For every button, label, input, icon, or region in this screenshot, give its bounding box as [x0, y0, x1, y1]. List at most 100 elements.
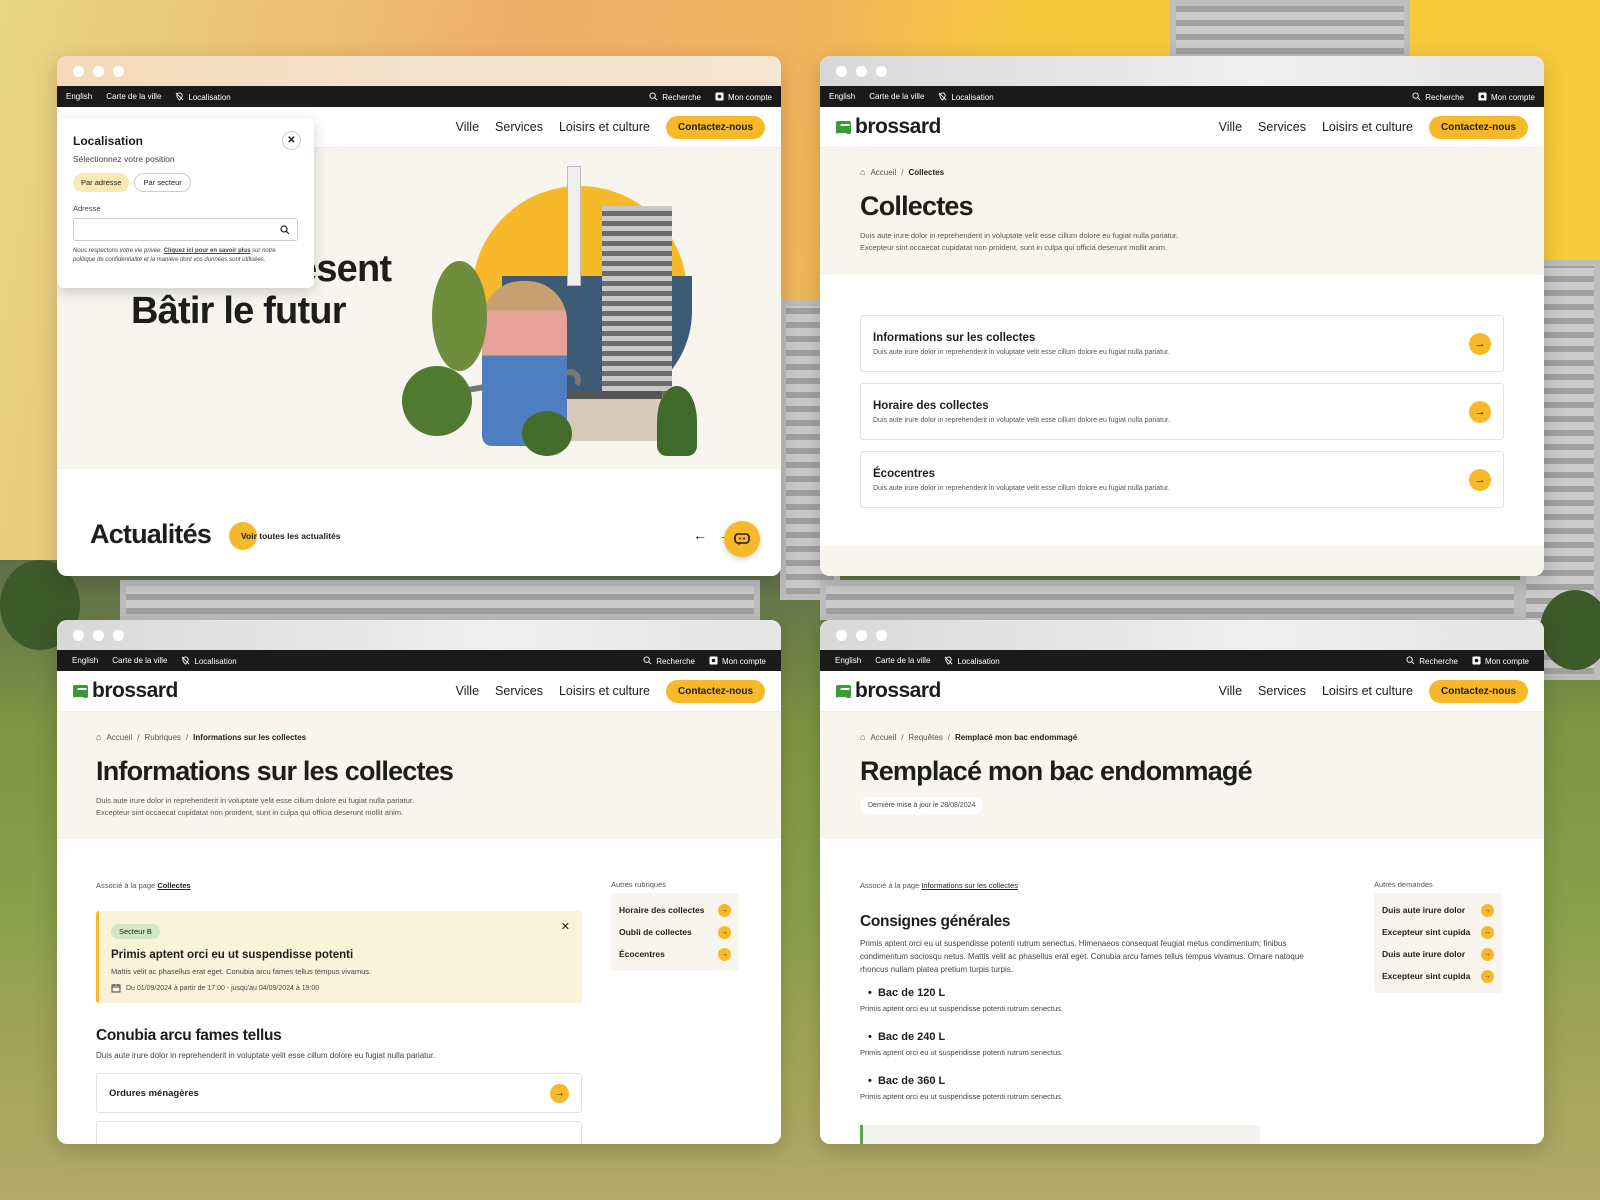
tab-by-sector[interactable]: Par secteur	[134, 173, 191, 192]
account-link[interactable]: Mon compte	[1472, 655, 1529, 666]
assoc-label: Associé à la page	[860, 881, 920, 890]
window-control-dot[interactable]	[836, 65, 847, 77]
sidebar-item[interactable]: Excepteur sint cupida →	[1382, 921, 1494, 943]
search-link[interactable]: Recherche	[1406, 655, 1458, 666]
arrow-right-icon: →	[718, 947, 731, 961]
window-control-dot[interactable]	[93, 65, 104, 77]
sidebar-item[interactable]: Horaire des collectes →	[619, 899, 731, 921]
assoc-link[interactable]: Collectes	[157, 881, 190, 890]
nav-services[interactable]: Services	[1258, 684, 1306, 698]
location-link[interactable]: Localisation	[938, 91, 994, 102]
sidebar-item[interactable]: Oubli de collectes →	[619, 921, 731, 943]
home-icon: ⌂	[860, 732, 866, 742]
card-informations[interactable]: Informations sur les collectes Duis aute …	[860, 315, 1504, 372]
sector-badge: Secteur B	[111, 924, 160, 939]
search-link[interactable]: Recherche	[643, 655, 695, 666]
nav-ville[interactable]: Ville	[1219, 120, 1242, 134]
breadcrumb-home[interactable]: Accueil	[106, 733, 132, 742]
account-icon	[709, 655, 718, 665]
sidebar-item[interactable]: Écocentres →	[619, 943, 731, 965]
account-link[interactable]: Mon compte	[709, 655, 766, 666]
nav-loisirs[interactable]: Loisirs et culture	[559, 684, 650, 698]
arrow-right-icon: →	[718, 903, 731, 917]
window-control-dot[interactable]	[856, 629, 867, 641]
card-ecocentres[interactable]: Écocentres Duis aute irure dolor in repre…	[860, 451, 1504, 508]
arrow-right-icon[interactable]: →	[550, 1083, 569, 1103]
window-control-dot[interactable]	[876, 65, 887, 77]
list-item-ordures[interactable]: Ordures ménagères →	[96, 1073, 582, 1113]
search-link[interactable]: Recherche	[1412, 91, 1464, 102]
window-control-dot[interactable]	[856, 65, 867, 77]
prev-arrow-icon[interactable]: ←	[693, 527, 707, 543]
privacy-link[interactable]: Cliquez ici pour en savoir plus	[164, 248, 251, 254]
window-control-dot[interactable]	[113, 65, 124, 77]
news-title: Actualités	[90, 519, 212, 549]
news-all-button[interactable]: Voir toutes les actualités	[229, 522, 341, 550]
arrow-right-icon[interactable]: →	[1469, 468, 1491, 491]
house	[567, 391, 662, 441]
contact-button[interactable]: Contactez-nous	[666, 679, 765, 703]
tab-by-address[interactable]: Par adresse	[73, 173, 130, 192]
nav-loisirs[interactable]: Loisirs et culture	[559, 120, 650, 134]
popup-title: Localisation	[73, 134, 144, 148]
nav-loisirs[interactable]: Loisirs et culture	[1322, 684, 1413, 698]
window-control-dot[interactable]	[73, 65, 84, 77]
breadcrumb-rubriques[interactable]: Rubriques	[144, 733, 180, 742]
nav-services[interactable]: Services	[1258, 120, 1306, 134]
breadcrumb: ⌂ Accueil / Rubriques / Informations sur…	[96, 732, 742, 742]
contact-button[interactable]: Contactez-nous	[666, 115, 765, 139]
location-link[interactable]: Localisation	[181, 655, 237, 666]
list-item-next[interactable]	[96, 1121, 582, 1144]
alert-close-icon[interactable]: ✕	[561, 920, 570, 933]
popup-close-button[interactable]: ✕	[282, 131, 301, 150]
arrow-right-icon[interactable]: →	[1469, 400, 1491, 423]
breadcrumb-separator: /	[185, 732, 189, 742]
sidebar-item[interactable]: Excepteur sint cupida →	[1382, 965, 1494, 987]
sidebar-item-label: Excepteur sint cupida	[1382, 927, 1471, 937]
city-map-link[interactable]: Carte de la ville	[875, 656, 930, 665]
account-link[interactable]: Mon compte	[715, 91, 772, 102]
language-link[interactable]: English	[72, 656, 98, 665]
window-collectes: English Carte de la ville Localisation R…	[820, 56, 1544, 576]
nav-loisirs[interactable]: Loisirs et culture	[1322, 120, 1413, 134]
contact-button[interactable]: Contactez-nous	[1429, 679, 1528, 703]
nav-ville[interactable]: Ville	[1219, 684, 1242, 698]
location-link[interactable]: Localisation	[175, 91, 231, 102]
arrow-right-icon[interactable]: →	[1469, 332, 1491, 355]
city-map-link[interactable]: Carte de la ville	[869, 92, 924, 101]
card-horaire[interactable]: Horaire des collectes Duis aute irure dol…	[860, 383, 1504, 440]
search-link[interactable]: Recherche	[649, 91, 701, 102]
brand-logo[interactable]: brossard	[836, 679, 941, 703]
account-icon	[715, 91, 724, 101]
contact-button[interactable]: Contactez-nous	[1429, 115, 1528, 139]
sidebar-item[interactable]: Duis aute irure dolor →	[1382, 899, 1494, 921]
search-icon[interactable]	[280, 225, 290, 235]
bin-text: Primis aptent orci eu ut suspendisse pot…	[860, 1004, 1064, 1013]
breadcrumb-home[interactable]: Accueil	[870, 168, 896, 177]
brand-logo[interactable]: brossard	[836, 115, 941, 139]
city-map-link[interactable]: Carte de la ville	[112, 656, 167, 665]
sidebar-item[interactable]: Duis aute irure dolor →	[1382, 943, 1494, 965]
nav-ville[interactable]: Ville	[456, 120, 479, 134]
nav-services[interactable]: Services	[495, 120, 543, 134]
city-map-link[interactable]: Carte de la ville	[106, 92, 161, 101]
language-link[interactable]: English	[829, 92, 855, 101]
nav-services[interactable]: Services	[495, 684, 543, 698]
assoc-link[interactable]: Informations sur les collectes	[921, 881, 1018, 890]
window-control-dot[interactable]	[876, 629, 887, 641]
account-link[interactable]: Mon compte	[1478, 91, 1535, 102]
chatbot-button[interactable]	[724, 521, 760, 557]
nav-ville[interactable]: Ville	[456, 684, 479, 698]
language-link[interactable]: English	[66, 92, 92, 101]
window-control-dot[interactable]	[836, 629, 847, 641]
breadcrumb-requetes[interactable]: Requêtes	[908, 733, 942, 742]
window-control-dot[interactable]	[73, 629, 84, 641]
brand-logo[interactable]: brossard	[73, 679, 178, 703]
bullet-icon: •	[868, 1075, 872, 1087]
window-control-dot[interactable]	[93, 629, 104, 641]
location-link[interactable]: Localisation	[944, 655, 1000, 666]
address-field[interactable]	[73, 218, 298, 241]
breadcrumb-home[interactable]: Accueil	[870, 733, 896, 742]
language-link[interactable]: English	[835, 656, 861, 665]
window-control-dot[interactable]	[113, 629, 124, 641]
